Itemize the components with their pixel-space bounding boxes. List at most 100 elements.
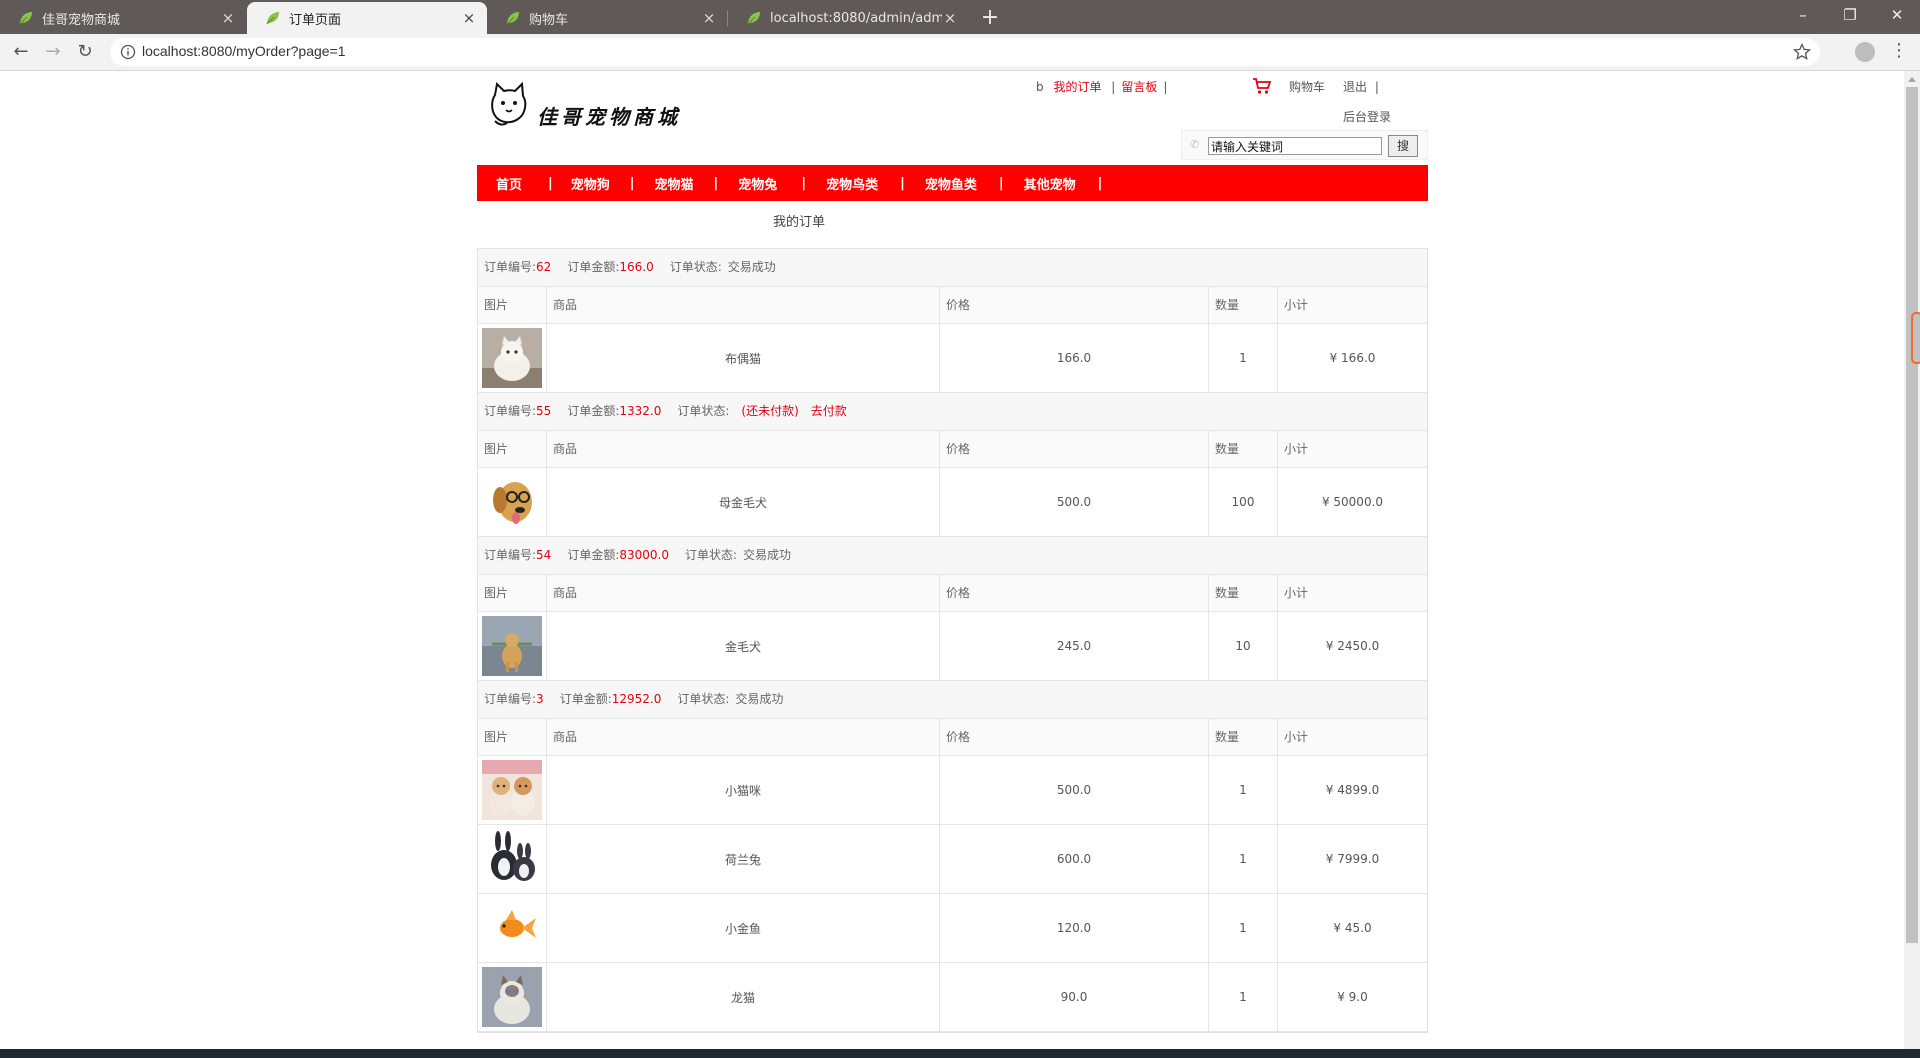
orders-table: 订单编号:62 订单金额:166.0 订单状态: 交易成功 图片 商品 价格 数量 小计 布偶猫 1… — [477, 248, 1428, 1033]
product-image[interactable] — [478, 612, 547, 680]
tab-label: 订单页面 — [289, 12, 342, 28]
order-amount-label: 订单金额: — [567, 404, 620, 418]
product-image[interactable] — [478, 825, 547, 893]
product-image[interactable] — [478, 468, 547, 536]
new-tab-button[interactable]: + — [976, 5, 1004, 31]
os-taskbar — [0, 1049, 1920, 1058]
tab-admin[interactable]: localhost:8080/admin/adminU × — [728, 2, 968, 34]
product-name[interactable]: 金毛犬 — [547, 612, 940, 680]
order-status: 交易成功 — [743, 548, 792, 562]
col-price-header: 价格 — [940, 575, 1209, 611]
tab-orders[interactable]: 订单页面 × — [247, 2, 487, 34]
back-arrow-icon[interactable]: ← — [7, 38, 35, 66]
forward-arrow-icon[interactable]: → — [39, 38, 67, 66]
product-price: 600.0 — [940, 825, 1209, 893]
product-image[interactable] — [478, 963, 547, 1031]
site-logo[interactable]: 佳哥宠物商城 — [487, 81, 687, 129]
product-image[interactable] — [478, 756, 547, 824]
product-name[interactable]: 小猫咪 — [547, 756, 940, 824]
col-product-header: 商品 — [547, 431, 940, 467]
order-amount: 1332.0 — [619, 404, 662, 418]
category-nav: 首页 | 宠物狗 | 宠物猫 | 宠物兔 | 宠物鸟类 | 宠物鱼类 | 其他宠… — [477, 165, 1428, 201]
nav-cats[interactable]: 宠物猫 — [655, 174, 694, 193]
table-header-row: 图片 商品 价格 数量 小计 — [478, 719, 1427, 756]
product-subtotal: ¥ 7999.0 — [1325, 852, 1380, 866]
leaf-icon — [747, 12, 760, 25]
col-image-header: 图片 — [478, 719, 547, 755]
order-status: (还未付款) — [741, 404, 799, 418]
order-id: 54 — [536, 548, 552, 562]
order-status-label: 订单状态: — [677, 404, 730, 418]
nav-rabbits[interactable]: 宠物兔 — [738, 174, 777, 193]
phone-icon: ✆ — [1190, 138, 1200, 151]
separator: | — [1111, 80, 1116, 94]
admin-login-link[interactable]: 后台登录 — [1343, 108, 1391, 125]
search-button[interactable]: 搜 — [1388, 135, 1418, 157]
nav-separator: | — [900, 175, 905, 191]
search-bar: ✆ 搜 — [1181, 130, 1428, 160]
col-image-header: 图片 — [478, 431, 547, 467]
product-qty: 1 — [1209, 963, 1278, 1031]
order-header: 订单编号:3 订单金额:12952.0 订单状态: 交易成功 — [478, 681, 1427, 719]
scroll-position-marker — [1911, 312, 1920, 364]
table-row: 金毛犬 245.0 10 ¥ 2450.0 — [478, 612, 1427, 681]
product-name[interactable]: 母金毛犬 — [547, 468, 940, 536]
scroll-up-arrow-icon[interactable] — [1908, 77, 1916, 82]
bookmark-star-icon[interactable] — [1792, 42, 1812, 62]
nav-dogs[interactable]: 宠物狗 — [571, 174, 610, 193]
tab-home[interactable]: 佳哥宠物商城 × — [0, 2, 246, 34]
product-name[interactable]: 小金鱼 — [547, 894, 940, 962]
product-name[interactable]: 龙猫 — [547, 963, 940, 1031]
logout-link[interactable]: 退出 | — [1343, 78, 1379, 95]
nav-fish[interactable]: 宠物鱼类 — [925, 174, 977, 193]
search-input[interactable] — [1208, 137, 1382, 155]
my-orders-link[interactable]: 我的订单 — [1053, 80, 1101, 94]
profile-avatar-icon[interactable] — [1855, 42, 1875, 62]
close-icon[interactable]: × — [220, 9, 236, 27]
cat-logo-icon — [491, 81, 527, 126]
product-image[interactable] — [478, 894, 547, 962]
order-status: 交易成功 — [735, 692, 784, 706]
scroll-thumb[interactable] — [1906, 87, 1918, 943]
page-title: 我的订单 — [773, 215, 826, 230]
order-amount-label: 订单金额: — [567, 260, 620, 274]
pay-now-link[interactable]: 去付款 — [811, 404, 847, 418]
browser-menu-icon[interactable]: ⋮ — [1890, 40, 1908, 64]
product-qty: 100 — [1209, 468, 1278, 536]
product-subtotal: ¥ 45.0 — [1333, 921, 1372, 935]
product-name[interactable]: 荷兰兔 — [547, 825, 940, 893]
table-row: 荷兰兔 600.0 1 ¥ 7999.0 — [478, 825, 1427, 894]
nav-home[interactable]: 首页 — [496, 174, 522, 193]
table-header-row: 图片 商品 价格 数量 小计 — [478, 575, 1427, 612]
restore-button[interactable]: ❐ — [1827, 0, 1873, 30]
close-icon[interactable]: × — [461, 9, 477, 27]
order-no-label: 订单编号: — [484, 260, 537, 274]
col-image-header: 图片 — [478, 575, 547, 611]
table-row: 小猫咪 500.0 1 ¥ 4899.0 — [478, 756, 1427, 825]
reload-icon[interactable]: ↻ — [71, 38, 99, 66]
nav-birds[interactable]: 宠物鸟类 — [826, 174, 878, 193]
address-bar: ← → ↻ localhost:8080/myOrder?page=1 ⋮ — [0, 34, 1920, 71]
close-icon[interactable]: × — [701, 9, 717, 27]
product-subtotal: ¥ 9.0 — [1337, 990, 1368, 1004]
cart-link[interactable]: 购物车 — [1289, 78, 1325, 95]
tab-cart[interactable]: 购物车 × — [487, 2, 727, 34]
nav-other[interactable]: 其他宠物 — [1024, 174, 1076, 193]
close-window-button[interactable]: ✕ — [1874, 0, 1920, 30]
tab-label: 购物车 — [529, 12, 569, 28]
cart-icon[interactable] — [1252, 77, 1272, 95]
leaf-icon — [506, 12, 519, 25]
url-field[interactable]: localhost:8080/myOrder?page=1 — [110, 38, 1820, 66]
product-name[interactable]: 布偶猫 — [547, 324, 940, 392]
close-icon[interactable]: × — [942, 9, 958, 27]
product-subtotal: ¥ 2450.0 — [1325, 639, 1380, 653]
col-price-header: 价格 — [940, 287, 1209, 323]
product-image[interactable] — [478, 324, 547, 392]
product-price: 245.0 — [940, 612, 1209, 680]
product-price: 500.0 — [940, 756, 1209, 824]
page-scrollbar[interactable] — [1904, 71, 1920, 1049]
guestbook-link[interactable]: 留言板 — [1121, 80, 1157, 94]
order-header: 订单编号:62 订单金额:166.0 订单状态: 交易成功 — [478, 249, 1427, 287]
table-header-row: 图片 商品 价格 数量 小计 — [478, 287, 1427, 324]
minimize-button[interactable]: – — [1780, 0, 1826, 30]
